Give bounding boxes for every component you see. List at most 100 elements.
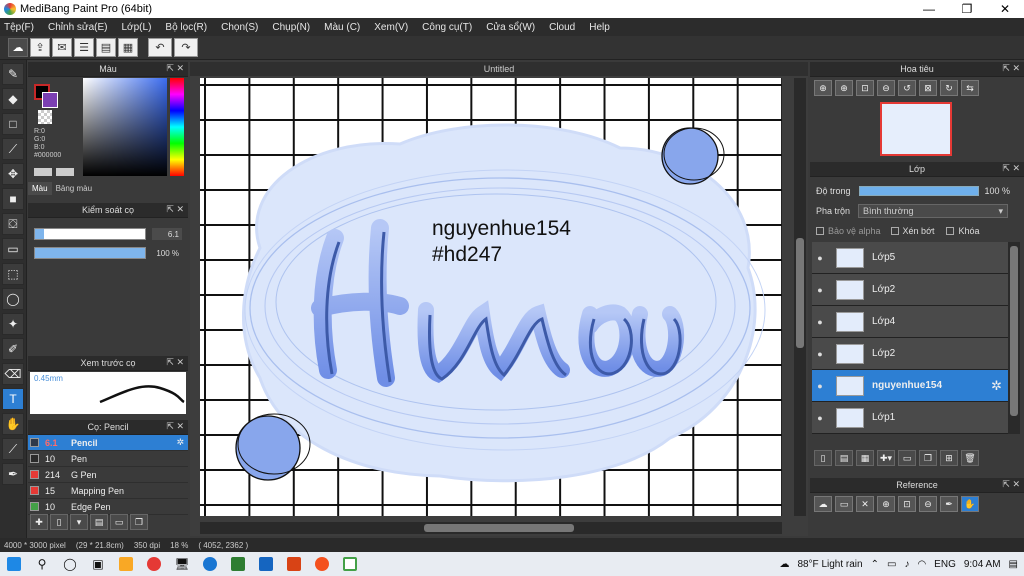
brush-size-slider[interactable] [34, 228, 146, 240]
tray-chevron-icon[interactable]: ⌃ [871, 559, 879, 570]
brush-list-item[interactable]: 214 G Pen [28, 467, 188, 483]
layer-visibility-icon[interactable]: ● [812, 253, 828, 263]
drawing-canvas[interactable]: nguyenhue154 #hd247 [200, 78, 782, 516]
menu-view[interactable]: Xem(V) [374, 22, 408, 33]
panel-close-icon[interactable]: ⇱ ✕ [166, 63, 184, 74]
gradient-tool-icon[interactable]: ▭ [2, 238, 24, 260]
cloud-icon[interactable]: ☁ [8, 38, 28, 57]
document-tab[interactable]: Untitled [190, 62, 808, 76]
panel-close-icon[interactable]: ⇱ ✕ [166, 421, 184, 432]
panel-close-icon[interactable]: ⇱ ✕ [1002, 63, 1020, 74]
select-eraser-tool-icon[interactable]: ⌫ [2, 363, 24, 385]
move-tool-icon[interactable]: ✥ [2, 163, 24, 185]
close-button[interactable]: ✕ [986, 2, 1024, 16]
fit-window-icon[interactable]: ⊡ [856, 80, 874, 96]
canvas-vertical-scrollbar[interactable] [794, 78, 806, 516]
reference-zoom-out-icon[interactable]: ⊖ [919, 496, 937, 512]
lock-checkbox[interactable] [946, 227, 955, 235]
weather-text[interactable]: 88°F Light rain [797, 559, 862, 570]
saturation-value-picker[interactable] [83, 78, 167, 176]
brush-duplicate-icon[interactable]: ❐ [130, 514, 148, 530]
merge-layer-icon[interactable]: ⊞ [940, 450, 958, 466]
pen-tool-icon[interactable]: ⟋ [2, 138, 24, 160]
brush-list-item[interactable]: 10 Edge Pen [28, 499, 188, 515]
add-layer-dropdown-icon[interactable]: ✚▾ [877, 450, 895, 466]
reference-zoom-in-icon[interactable]: ⊕ [877, 496, 895, 512]
text-tool-icon[interactable]: T [2, 388, 24, 410]
transparent-swatch[interactable] [38, 110, 52, 124]
brush-list-item[interactable]: 15 Mapping Pen [28, 483, 188, 499]
new-8bit-layer-icon[interactable]: ▦ [856, 450, 874, 466]
layer-visibility-icon[interactable]: ● [812, 317, 828, 327]
clock[interactable]: 9:04 AM [964, 559, 1001, 570]
eyedropper-tool-icon[interactable]: ⟋ [2, 438, 24, 460]
brush-list-item[interactable]: 10 Pen [28, 451, 188, 467]
layer-item[interactable]: ● Lớp1 [812, 402, 1008, 434]
network-icon[interactable]: ▭ [887, 559, 896, 570]
layer-item[interactable]: ● Lớp2 [812, 338, 1008, 370]
menu-select[interactable]: Chọn(S) [221, 22, 258, 33]
add-brush-icon[interactable]: ✚ [30, 514, 48, 530]
layer-folder-icon[interactable]: ▭ [898, 450, 916, 466]
menu-snap[interactable]: Chụp(N) [272, 22, 310, 33]
language-indicator[interactable]: ENG [934, 559, 956, 570]
cortana-icon[interactable]: ◯ [56, 553, 84, 575]
tab-palette[interactable]: Bảng màu [52, 182, 96, 195]
new-halftone-layer-icon[interactable]: ▤ [835, 450, 853, 466]
background-color-swatch[interactable] [42, 92, 58, 108]
hand-tool-icon[interactable]: ✋ [2, 413, 24, 435]
zoom-fit-icon[interactable]: ⊕ [814, 80, 832, 96]
menu-window[interactable]: Cửa sổ(W) [486, 22, 535, 33]
task-view-icon[interactable]: ▣ [84, 553, 112, 575]
layer-settings-gear-icon[interactable]: ✲ [991, 378, 1002, 394]
weather-icon[interactable]: ☁ [779, 559, 789, 570]
clipping-checkbox[interactable] [890, 227, 899, 235]
excel-icon[interactable] [224, 553, 252, 575]
monitor-app-icon[interactable]: 🖥 [168, 553, 196, 575]
chrome-icon[interactable] [140, 553, 168, 575]
new-layer-icon[interactable]: ▯ [814, 450, 832, 466]
color-mini-button[interactable] [34, 168, 52, 176]
reference-open-icon[interactable]: ▭ [835, 496, 853, 512]
reference-hand-icon[interactable]: ✋ [961, 496, 979, 512]
brush-tool-icon[interactable]: ✎ [2, 63, 24, 85]
panel-close-icon[interactable]: ⇱ ✕ [1002, 479, 1020, 490]
canvas-horizontal-scrollbar[interactable] [200, 522, 782, 534]
wifi-icon[interactable]: ◠ [917, 559, 926, 570]
layer-visibility-icon[interactable]: ● [812, 413, 828, 423]
layer-item[interactable]: ● Lớp4 [812, 306, 1008, 338]
layer-item[interactable]: ● nguyenhue154 ✲ [812, 370, 1008, 402]
protect-alpha-checkbox[interactable] [816, 227, 824, 235]
hue-slider[interactable] [170, 78, 184, 176]
layer-visibility-icon[interactable]: ● [812, 349, 828, 359]
file-explorer-icon[interactable] [112, 553, 140, 575]
brush-opacity-slider[interactable] [34, 247, 146, 259]
volume-icon[interactable]: ♪ [904, 559, 909, 570]
word-icon[interactable] [252, 553, 280, 575]
layer-item[interactable]: ● Lớp2 [812, 274, 1008, 306]
powerpoint-icon[interactable] [280, 553, 308, 575]
search-icon[interactable]: ⚲ [28, 553, 56, 575]
bucket-tool-icon[interactable]: ⛋ [2, 213, 24, 235]
redo-icon[interactable]: ↷ [174, 38, 198, 57]
menu-file[interactable]: Tệp(F) [4, 22, 34, 33]
brush-settings-icon[interactable]: ▤ [90, 514, 108, 530]
dropper-tool-icon[interactable]: ✒ [2, 463, 24, 485]
fill-square-tool-icon[interactable]: ■ [2, 188, 24, 210]
panel-close-icon[interactable]: ⇱ ✕ [166, 357, 184, 368]
select-rect-tool-icon[interactable]: ⬚ [2, 263, 24, 285]
brush-dropdown-icon[interactable]: ▾ [70, 514, 88, 530]
brush-list-item[interactable]: 6.1 Pencil ✲ [28, 435, 188, 451]
minimize-button[interactable]: — [910, 2, 948, 16]
panel-close-icon[interactable]: ⇱ ✕ [166, 204, 184, 215]
brush-folder-icon[interactable]: ▭ [110, 514, 128, 530]
rectangle-tool-icon[interactable]: □ [2, 113, 24, 135]
menu-filter[interactable]: Bộ lọc(R) [165, 22, 207, 33]
share-icon[interactable]: ⇪ [30, 38, 50, 57]
menu-cloud[interactable]: Cloud [549, 22, 575, 33]
reference-add-icon[interactable]: ☁ [814, 496, 832, 512]
medibang-taskbar-icon[interactable] [336, 553, 364, 575]
grid-icon[interactable]: ▦ [118, 38, 138, 57]
rotate-left-icon[interactable]: ↺ [898, 80, 916, 96]
menu-color[interactable]: Màu (C) [324, 22, 360, 33]
